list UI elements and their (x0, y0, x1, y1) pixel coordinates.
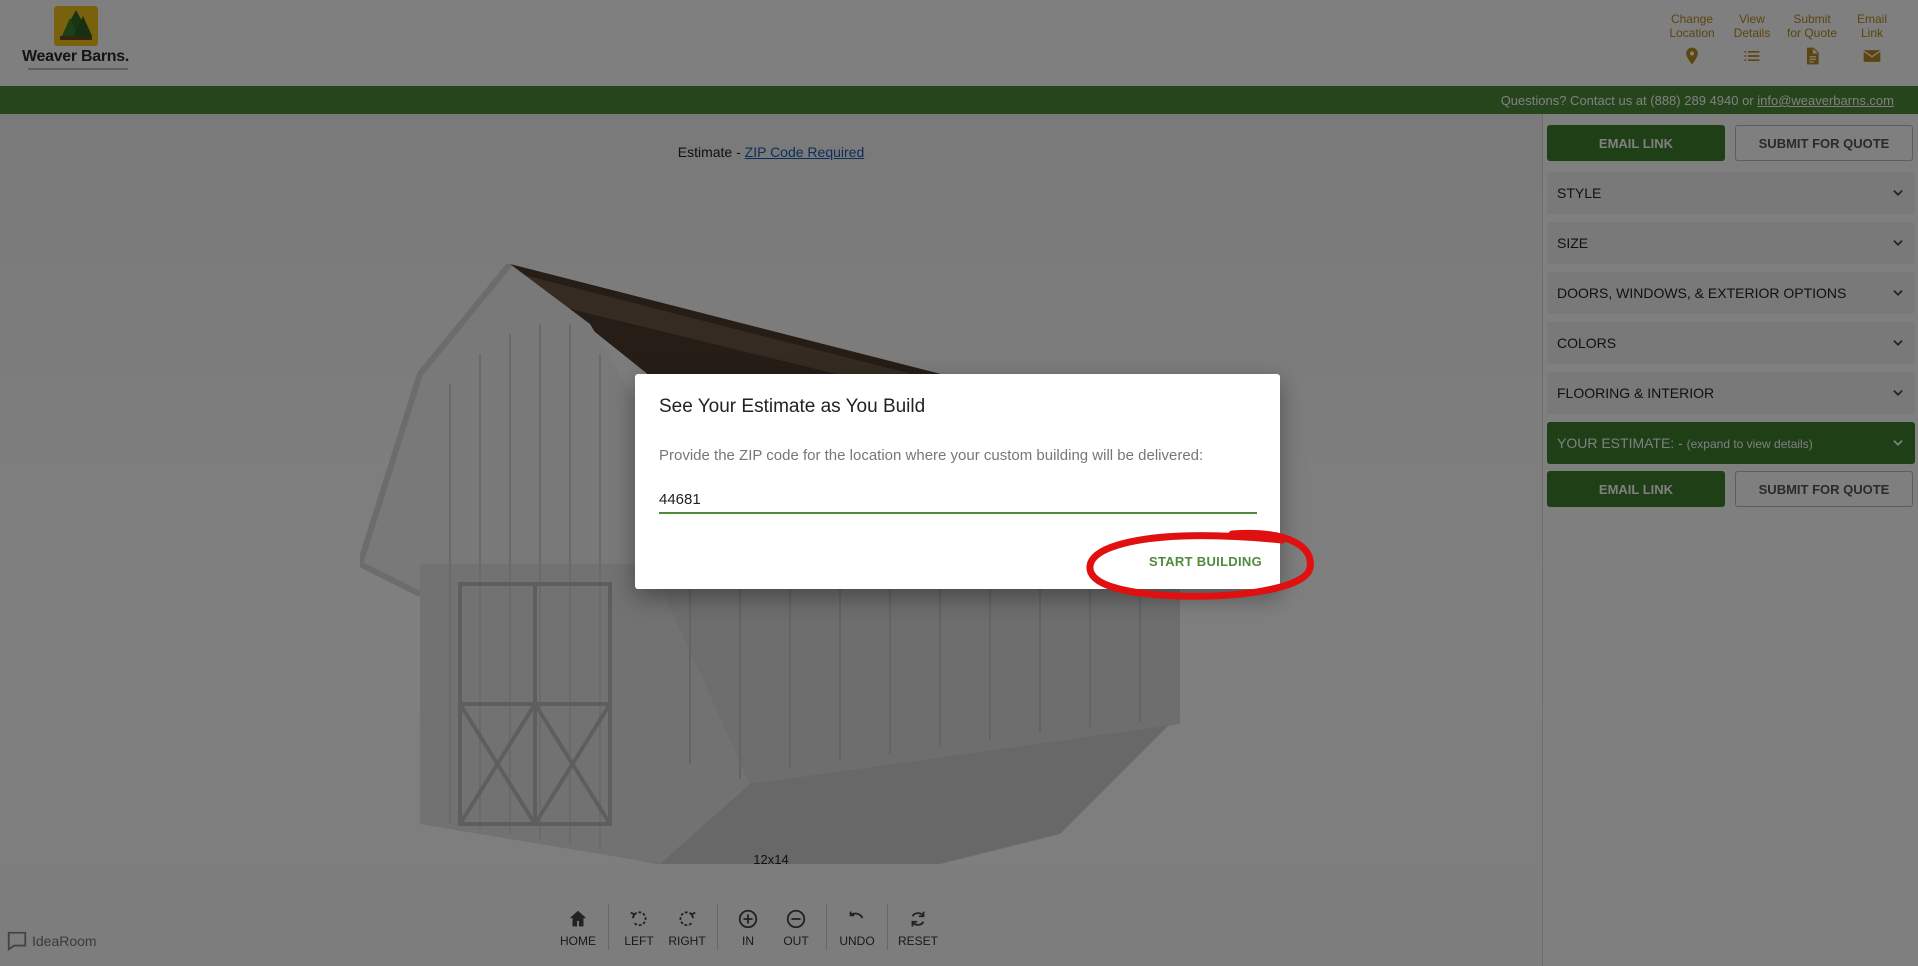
zip-code-input[interactable] (659, 486, 1257, 514)
dialog-description: Provide the ZIP code for the location wh… (659, 447, 1204, 464)
red-annotation-circle (1086, 529, 1314, 600)
dialog-title: See Your Estimate as You Build (659, 396, 926, 417)
